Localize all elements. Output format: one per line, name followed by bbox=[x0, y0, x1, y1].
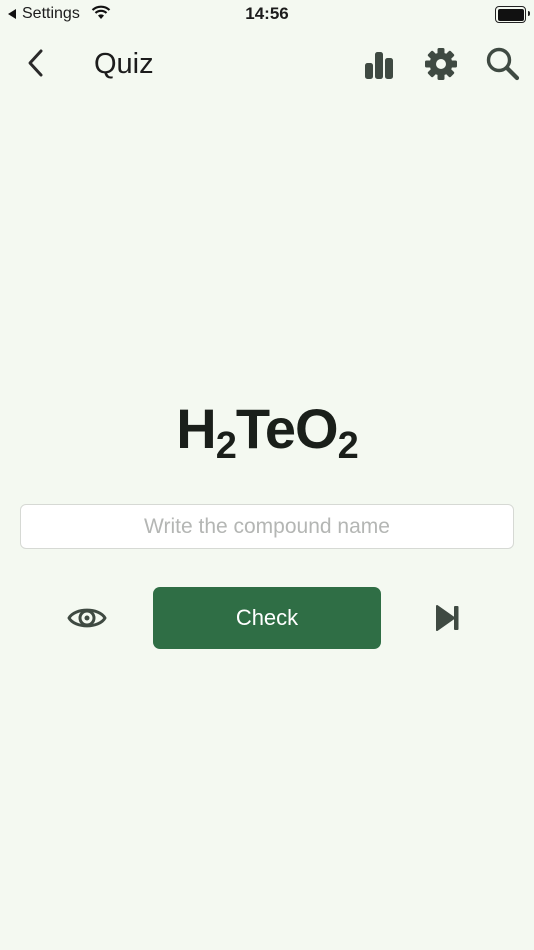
status-time: 14:56 bbox=[245, 4, 289, 23]
formula-subscript-1: 2 bbox=[215, 425, 237, 467]
formula-subscript-2: 2 bbox=[337, 425, 359, 467]
formula-element-2: TeO bbox=[235, 397, 339, 460]
status-bar: Settings 14:56 bbox=[0, 0, 534, 28]
skip-forward-icon[interactable] bbox=[428, 598, 468, 638]
eye-icon[interactable] bbox=[66, 597, 108, 639]
page-title: Quiz bbox=[94, 48, 154, 80]
compound-name-input[interactable] bbox=[20, 504, 514, 549]
bar-chart-icon[interactable] bbox=[359, 44, 399, 84]
nav-bar: Quiz bbox=[0, 36, 534, 92]
check-button[interactable]: Check bbox=[153, 587, 381, 649]
compound-formula: H2TeO2 bbox=[0, 396, 534, 465]
gear-icon[interactable] bbox=[421, 44, 461, 84]
search-icon[interactable] bbox=[483, 44, 523, 84]
formula-element-1: H bbox=[176, 397, 216, 460]
battery-icon bbox=[495, 6, 530, 23]
back-chevron-icon[interactable] bbox=[20, 46, 54, 80]
